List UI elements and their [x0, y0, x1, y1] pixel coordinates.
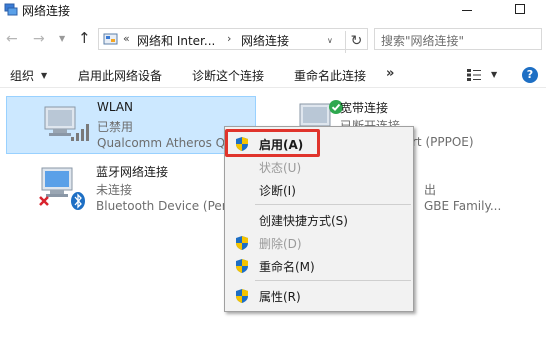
breadcrumb-network-internet[interactable]: 网络和 Inter...	[137, 32, 215, 49]
uac-shield-icon	[236, 259, 248, 273]
recent-locations-chevron-icon[interactable]: ▼	[59, 34, 65, 43]
menu-item-delete-label: 删除(D)	[259, 237, 302, 251]
annotation-highlight-box	[225, 129, 320, 157]
view-options-chevron-icon[interactable]: ▼	[491, 70, 497, 79]
forward-arrow-icon[interactable]: →	[33, 32, 45, 46]
broadband-device: rt (PPPOE)	[412, 135, 474, 149]
help-icon[interactable]: ?	[522, 67, 538, 83]
search-placeholder: 搜索"网络连接"	[381, 34, 465, 48]
navigation-bar: ← → ▼ ↑ « 网络和 Inter... › 网络连接 ∨ ↻ 搜索"网络连…	[0, 26, 546, 54]
enable-device-button[interactable]: 启用此网络设备	[78, 67, 162, 84]
network-connections-icon	[4, 3, 18, 16]
menu-item-status-label: 状态(U)	[259, 161, 302, 175]
breadcrumb-network-connections[interactable]: 网络连接	[241, 32, 289, 49]
breadcrumb-separator-icon[interactable]: ›	[227, 32, 231, 45]
more-commands-button[interactable]: »	[386, 66, 394, 81]
connection-item-wlan[interactable]: WLAN 已禁用 Qualcomm Atheros Q	[6, 96, 256, 154]
menu-item-status[interactable]: 状态(U)	[227, 156, 411, 178]
connection-item-ethernet[interactable]: 出 GBE Family...	[414, 160, 542, 218]
search-input[interactable]: 搜索"网络连接"	[374, 28, 542, 50]
address-dropdown-icon[interactable]: ∨	[327, 36, 333, 45]
wlan-device: Qualcomm Atheros Q	[97, 136, 226, 150]
menu-item-rename-label: 重命名(M)	[259, 260, 315, 274]
diagnose-connection-button[interactable]: 诊断这个连接	[192, 67, 264, 84]
breadcrumb-overflow-icon[interactable]: «	[123, 32, 130, 45]
wlan-name: WLAN	[97, 100, 134, 114]
bluetooth-status: 未连接	[96, 183, 133, 197]
organize-button[interactable]: 组织	[10, 67, 34, 84]
uac-shield-icon	[236, 289, 248, 303]
menu-separator	[255, 280, 411, 281]
menu-item-rename[interactable]: 重命名(M)	[227, 255, 411, 277]
rename-connection-button[interactable]: 重命名此连接	[294, 67, 366, 84]
wlan-adapter-icon	[44, 106, 89, 141]
maximize-button[interactable]	[515, 4, 525, 14]
menu-item-create-shortcut[interactable]: 创建快捷方式(S)	[227, 209, 411, 231]
organize-chevron-icon[interactable]: ▼	[41, 71, 47, 80]
wlan-status: 已禁用	[97, 120, 134, 134]
connection-item-bluetooth[interactable]: 蓝牙网络连接 未连接 Bluetooth Device (Per	[6, 160, 227, 218]
broadband-name: 宽带连接	[340, 101, 389, 115]
uac-shield-icon	[236, 236, 248, 250]
bluetooth-adapter-icon	[39, 167, 85, 210]
menu-separator	[255, 204, 411, 205]
menu-item-properties[interactable]: 属性(R)	[227, 285, 411, 307]
bluetooth-device: Bluetooth Device (Per	[96, 199, 227, 213]
window-title: 网络连接	[22, 4, 71, 18]
menu-item-diagnose-label: 诊断(I)	[259, 184, 296, 198]
refresh-icon[interactable]: ↻	[345, 31, 367, 53]
change-view-icon[interactable]	[467, 69, 481, 81]
menu-item-properties-label: 属性(R)	[259, 290, 301, 304]
menu-item-delete[interactable]: 删除(D)	[227, 232, 411, 254]
back-arrow-icon[interactable]: ←	[6, 32, 18, 46]
menu-item-create-shortcut-label: 创建快捷方式(S)	[259, 214, 348, 228]
minimize-button[interactable]	[462, 10, 472, 11]
ethernet-status: 出	[424, 183, 437, 197]
address-bar[interactable]: « 网络和 Inter... › 网络连接 ∨ ↻	[98, 28, 368, 53]
bluetooth-name: 蓝牙网络连接	[96, 165, 169, 179]
control-panel-icon	[103, 33, 118, 45]
up-arrow-icon[interactable]: ↑	[78, 31, 91, 46]
ethernet-device: GBE Family...	[424, 199, 502, 213]
command-bar: 组织 ▼ 启用此网络设备 诊断这个连接 重命名此连接 » ▼ ?	[0, 60, 546, 88]
title-bar: 网络连接	[0, 0, 546, 22]
menu-item-diagnose[interactable]: 诊断(I)	[227, 179, 411, 201]
